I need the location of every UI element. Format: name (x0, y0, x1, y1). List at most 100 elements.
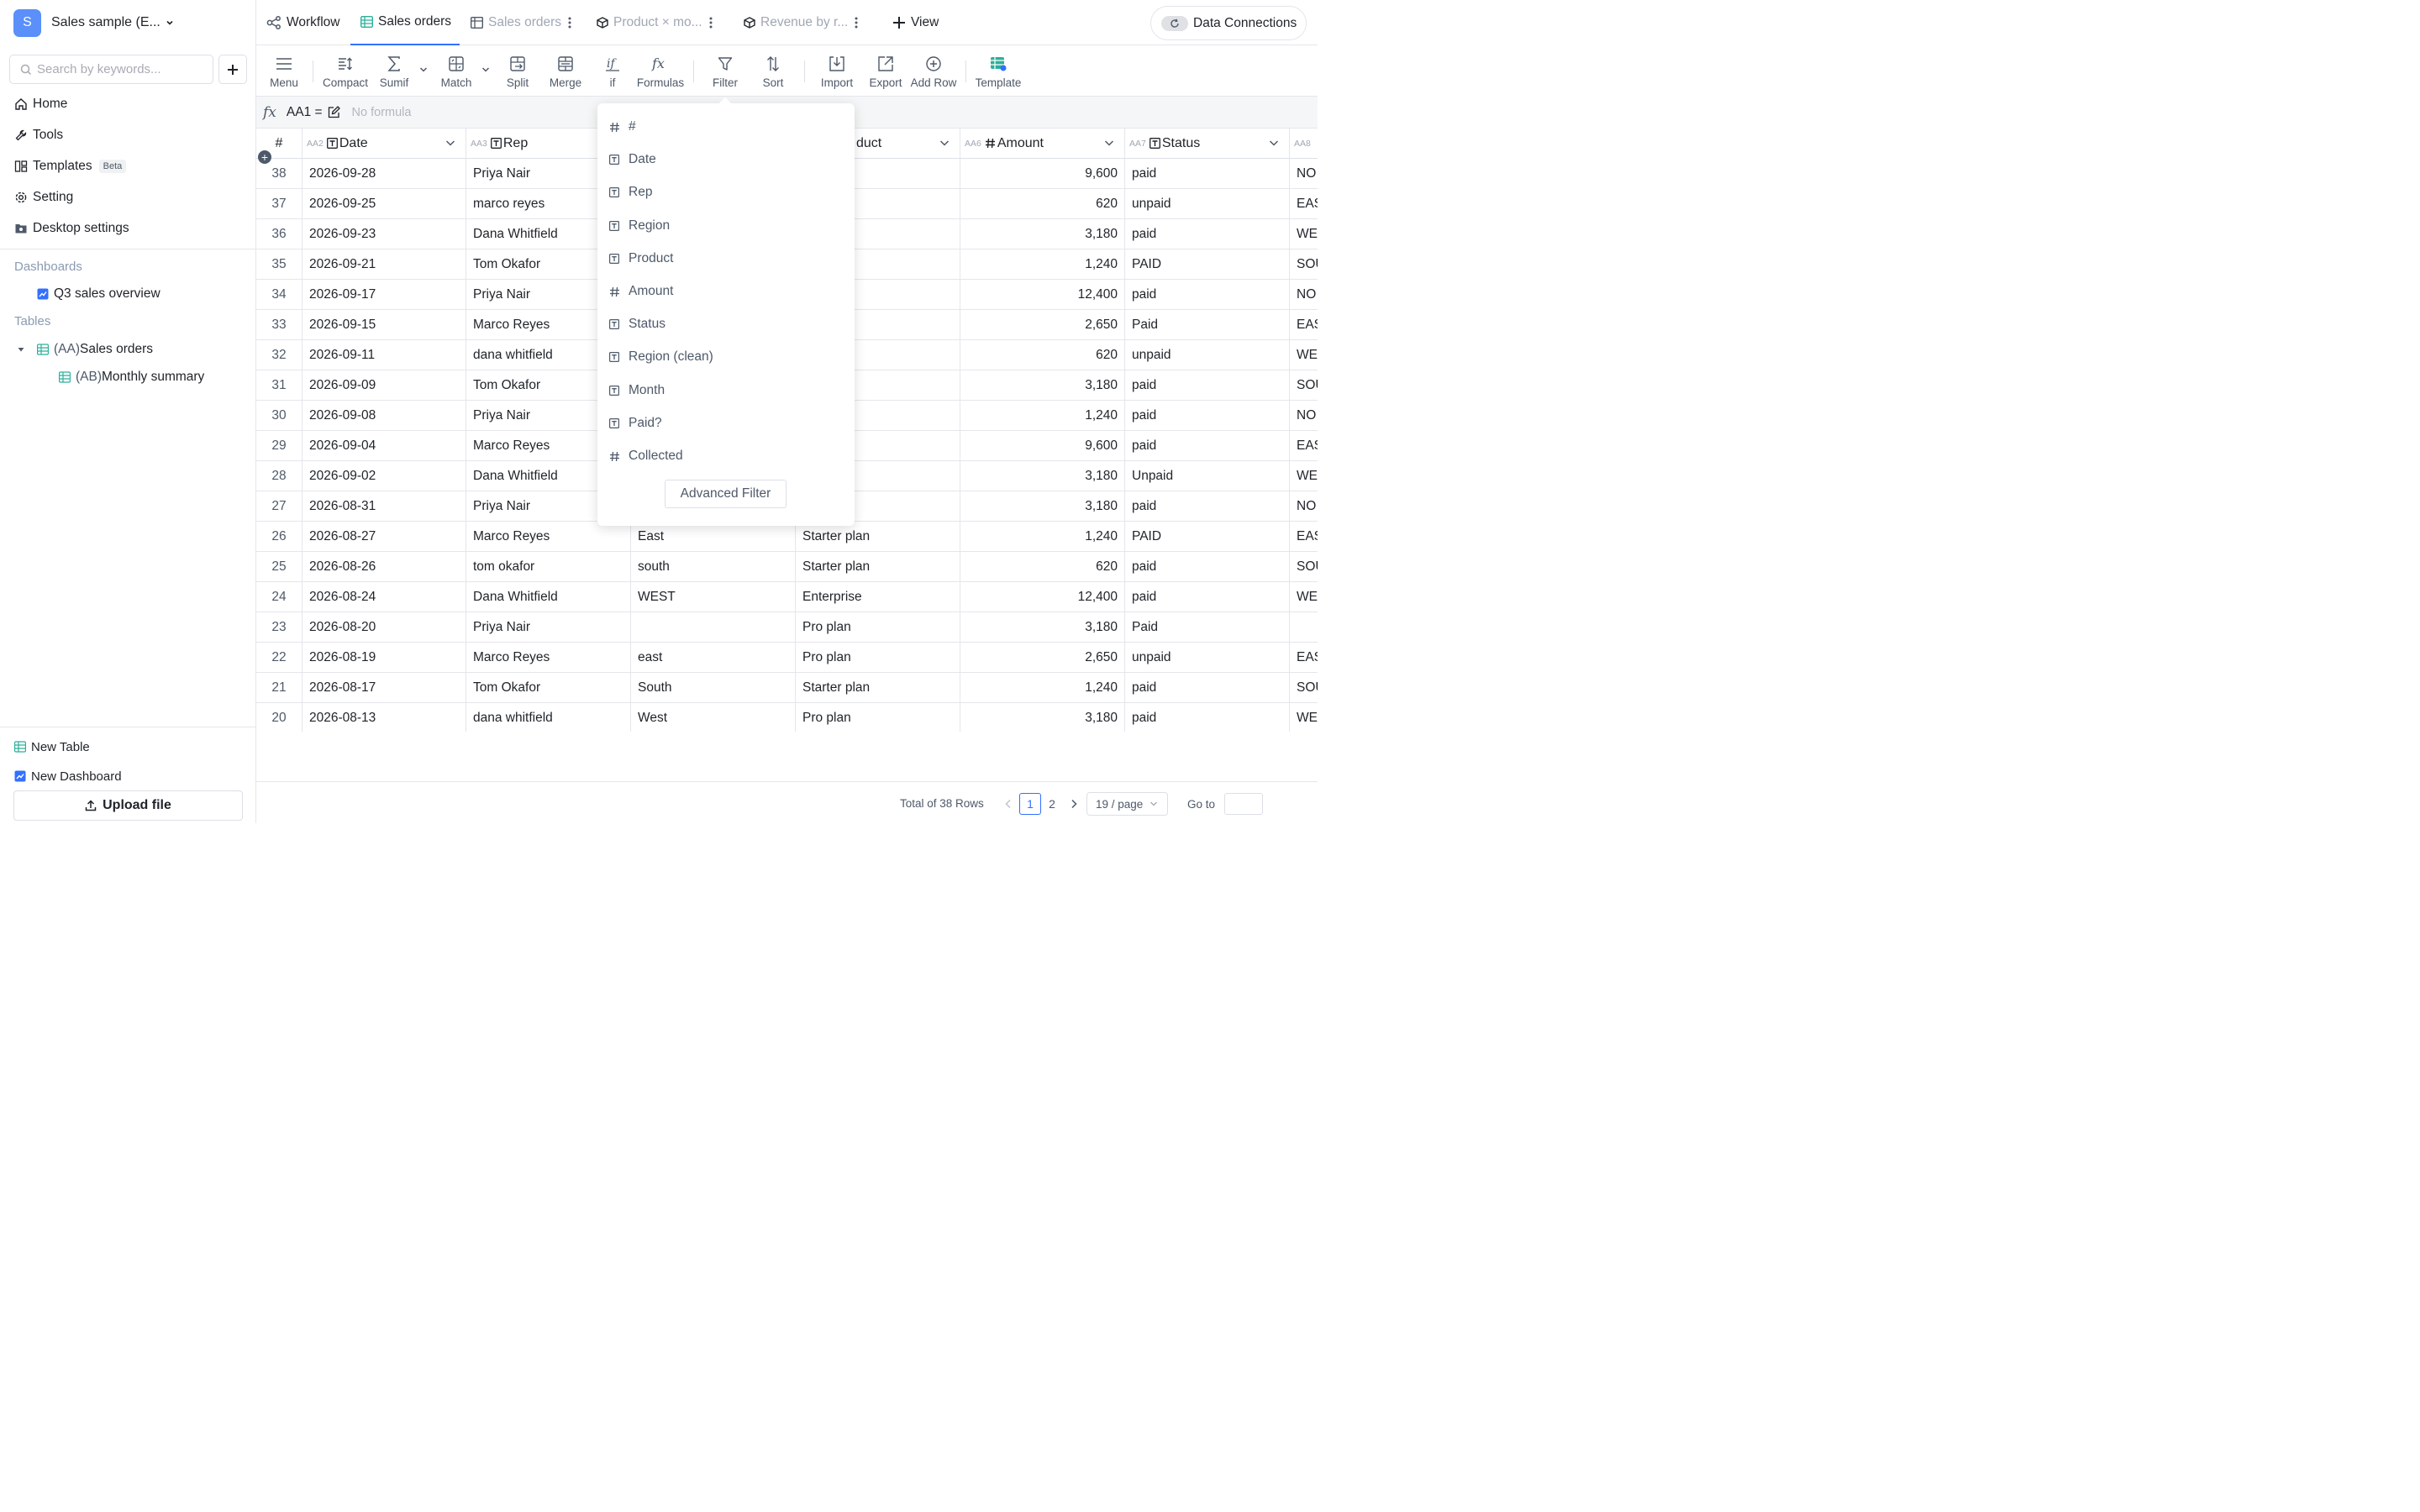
column-menu-icon[interactable] (1269, 139, 1279, 147)
table-cell[interactable]: EAS (1290, 189, 1318, 219)
table-cell[interactable]: SOU (1290, 249, 1318, 280)
table-cell[interactable]: NO (1290, 159, 1318, 189)
data-connections-button[interactable]: Data Connections (1150, 6, 1307, 40)
table-cell[interactable]: NO (1290, 401, 1318, 431)
table-cell[interactable]: 2026-09-21 (302, 249, 466, 280)
table-cell[interactable]: NO (1290, 280, 1318, 310)
new-table-button[interactable]: New Table (14, 737, 90, 757)
column-menu-icon[interactable] (445, 139, 455, 147)
sumif-dropdown-icon[interactable] (419, 66, 428, 73)
table-cell[interactable]: Pro plan (796, 612, 960, 643)
table-cell[interactable]: SOU (1290, 552, 1318, 582)
table-cell[interactable]: Dana Whitfield (466, 582, 631, 612)
filter-field-option[interactable]: Collected (608, 444, 843, 469)
table-cell[interactable]: paid (1125, 370, 1290, 401)
add-button[interactable] (218, 55, 247, 84)
table-cell[interactable]: Starter plan (796, 522, 960, 552)
table-cell[interactable]: Unpaid (1125, 461, 1290, 491)
search-input[interactable] (37, 62, 205, 76)
filter-field-option[interactable]: Rep (608, 180, 843, 205)
tab-sales-orders-view[interactable]: Sales orders (471, 0, 571, 45)
sort-button[interactable]: Sort (757, 46, 789, 97)
column-header[interactable]: AA2 Date (302, 129, 466, 159)
template-button[interactable]: Template (974, 46, 1023, 97)
table-cell[interactable]: 2,650 (960, 310, 1125, 340)
table-cell[interactable]: 620 (960, 189, 1125, 219)
add-view-button[interactable]: View (892, 0, 939, 45)
insert-row-icon[interactable]: + (258, 150, 271, 164)
table-cell[interactable]: Marco Reyes (466, 643, 631, 673)
table-cell[interactable]: Pro plan (796, 643, 960, 673)
table-cell[interactable]: paid (1125, 159, 1290, 189)
table-cell[interactable]: WE (1290, 582, 1318, 612)
caret-down-icon[interactable] (17, 345, 25, 354)
table-cell[interactable]: 9,600 (960, 159, 1125, 189)
table-cell[interactable]: WE (1290, 219, 1318, 249)
table-cell[interactable]: 2026-09-02 (302, 461, 466, 491)
table-cell[interactable]: paid (1125, 219, 1290, 249)
table-cell[interactable]: 1,240 (960, 522, 1125, 552)
table-cell[interactable]: Paid (1125, 612, 1290, 643)
more-vertical-icon[interactable] (709, 17, 713, 29)
table-cell[interactable]: PAID (1125, 249, 1290, 280)
tab-sales-orders[interactable]: Sales orders (350, 0, 460, 45)
table-cell[interactable]: paid (1125, 703, 1290, 732)
nav-setting[interactable]: Setting (14, 186, 73, 208)
table-cell[interactable]: 2026-09-17 (302, 280, 466, 310)
table-cell[interactable]: 3,180 (960, 491, 1125, 522)
table-cell[interactable]: West (631, 703, 796, 732)
column-menu-icon[interactable] (1104, 139, 1114, 147)
table-cell[interactable]: SOU (1290, 370, 1318, 401)
compact-button[interactable]: Compact (319, 46, 371, 97)
menu-button[interactable]: Menu (266, 46, 302, 97)
table-row[interactable]: 21 2026-08-17 Tom Okafor South Starter plan 1… (256, 673, 1318, 703)
add-row-button[interactable]: Add Row (910, 46, 957, 97)
table-cell[interactable]: 3,180 (960, 612, 1125, 643)
column-header[interactable]: AA6 Amount (960, 129, 1125, 159)
table-cell[interactable]: SOU (1290, 673, 1318, 703)
table-cell[interactable]: unpaid (1125, 643, 1290, 673)
filter-field-option[interactable]: Month (608, 378, 843, 403)
table-cell[interactable]: WEST (631, 582, 796, 612)
split-button[interactable]: Split (500, 46, 535, 97)
table-cell[interactable]: unpaid (1125, 340, 1290, 370)
column-header[interactable]: AA7 Status (1125, 129, 1290, 159)
match-button[interactable]: Match (434, 46, 478, 97)
table-cell[interactable]: 2026-09-11 (302, 340, 466, 370)
table-cell[interactable] (631, 612, 796, 643)
formulas-button[interactable]: fx Formulas (634, 46, 687, 97)
goto-page-input[interactable] (1224, 793, 1263, 815)
filter-field-option[interactable]: Product (608, 246, 843, 271)
table-item-sales-orders[interactable]: (AA) Sales orders (17, 339, 153, 360)
table-cell[interactable]: WE (1290, 461, 1318, 491)
table-cell[interactable]: 2026-09-04 (302, 431, 466, 461)
new-dashboard-button[interactable]: New Dashboard (14, 766, 122, 786)
table-cell[interactable]: 2026-09-09 (302, 370, 466, 401)
table-cell[interactable]: east (631, 643, 796, 673)
column-menu-icon[interactable] (939, 139, 950, 147)
table-cell[interactable]: 1,240 (960, 401, 1125, 431)
sumif-button[interactable]: Sumif (374, 46, 414, 97)
table-cell[interactable]: Tom Okafor (466, 673, 631, 703)
table-cell[interactable]: 9,600 (960, 431, 1125, 461)
table-cell[interactable]: dana whitfield (466, 703, 631, 732)
table-cell[interactable]: 2026-09-23 (302, 219, 466, 249)
next-page-icon[interactable] (1070, 799, 1078, 809)
table-cell[interactable]: EAS (1290, 310, 1318, 340)
table-cell[interactable]: 2026-08-24 (302, 582, 466, 612)
upload-file-button[interactable]: Upload file (13, 790, 243, 821)
table-cell[interactable]: 2026-08-17 (302, 673, 466, 703)
match-dropdown-icon[interactable] (481, 66, 490, 73)
filter-field-option[interactable]: Region (608, 213, 843, 239)
table-cell[interactable]: 12,400 (960, 582, 1125, 612)
table-cell[interactable]: 2026-09-25 (302, 189, 466, 219)
table-cell[interactable]: 2026-08-26 (302, 552, 466, 582)
table-cell[interactable]: 3,180 (960, 370, 1125, 401)
filter-field-option[interactable]: # (608, 114, 843, 139)
table-cell[interactable]: Starter plan (796, 552, 960, 582)
table-cell[interactable]: Starter plan (796, 673, 960, 703)
table-cell[interactable]: 1,240 (960, 673, 1125, 703)
table-cell[interactable]: 3,180 (960, 219, 1125, 249)
table-cell[interactable]: 2,650 (960, 643, 1125, 673)
dashboard-item[interactable]: Q3 sales overview (37, 284, 160, 304)
